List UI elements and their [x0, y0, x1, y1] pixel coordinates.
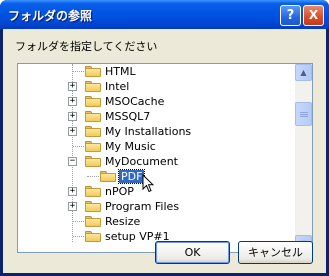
- tree-item-label: Resize: [105, 215, 141, 228]
- tree-item[interactable]: + Intel: [18, 80, 296, 93]
- tree-item[interactable]: + My Installations: [18, 125, 296, 138]
- expand-icon[interactable]: +: [68, 82, 77, 91]
- cancel-button[interactable]: キャンセル: [238, 241, 313, 264]
- folder-icon: [85, 95, 101, 107]
- expand-icon[interactable]: +: [68, 127, 77, 136]
- window-title: フォルダの参照: [8, 9, 93, 23]
- folder-icon: [85, 230, 101, 242]
- open-folder-icon: [100, 170, 116, 182]
- folder-icon: [85, 125, 101, 137]
- ok-button[interactable]: OK: [155, 241, 230, 264]
- tree-item-selected[interactable]: PDF: [18, 169, 296, 184]
- tree-item[interactable]: − MyDocument: [18, 155, 296, 168]
- tree-item[interactable]: + nPOP: [18, 185, 296, 198]
- folder-icon: [85, 185, 101, 197]
- tree-item[interactable]: HTML: [18, 65, 296, 78]
- scroll-thumb[interactable]: [295, 102, 312, 126]
- tree-item[interactable]: Resize: [18, 215, 296, 228]
- expand-icon[interactable]: +: [68, 97, 77, 106]
- tree-item[interactable]: My Music: [18, 140, 296, 153]
- tree-item-label: My Music: [105, 140, 156, 153]
- tree-item-label: Program Files: [105, 200, 180, 213]
- dialog-body: フォルダを指定してください HTML + Intel + MSOCache +: [3, 29, 326, 273]
- open-folder-icon: [85, 155, 101, 167]
- tree-connector: [73, 71, 84, 72]
- tree-connector: [87, 176, 99, 177]
- folder-icon: [85, 110, 101, 122]
- folder-tree[interactable]: HTML + Intel + MSOCache + MSSQL7 + My In: [17, 63, 313, 253]
- folder-icon: [85, 80, 101, 92]
- tree-item-label: Intel: [105, 80, 130, 93]
- tree-item-label: MyDocument: [105, 155, 178, 168]
- folder-icon: [85, 65, 101, 77]
- title-bar[interactable]: フォルダの参照 ? X: [0, 0, 329, 29]
- tree-item[interactable]: + MSOCache: [18, 95, 296, 108]
- help-button[interactable]: ?: [280, 5, 301, 26]
- collapse-icon[interactable]: −: [68, 157, 77, 166]
- tree-item-label: PDF: [117, 169, 146, 184]
- folder-icon: [85, 215, 101, 227]
- scroll-up-button[interactable]: ▲: [295, 64, 312, 81]
- tree-item-label: MSOCache: [105, 95, 165, 108]
- tree-item-label: MSSQL7: [105, 110, 151, 123]
- tree-connector: [73, 146, 84, 147]
- folder-icon: [85, 200, 101, 212]
- folder-icon: [85, 140, 101, 152]
- tree-item-label: nPOP: [105, 185, 134, 198]
- tree-item-label: HTML: [105, 65, 136, 78]
- tree-connector: [73, 236, 84, 237]
- instruction-label: フォルダを指定してください: [15, 40, 158, 53]
- expand-icon[interactable]: +: [68, 112, 77, 121]
- expand-icon[interactable]: +: [68, 187, 77, 196]
- tree-connector: [73, 221, 84, 222]
- mouse-pointer-icon: [142, 174, 154, 193]
- tree-item-label: My Installations: [105, 125, 192, 138]
- tree-item[interactable]: + MSSQL7: [18, 110, 296, 123]
- close-button[interactable]: X: [303, 5, 324, 26]
- expand-icon[interactable]: +: [68, 202, 77, 211]
- vertical-scrollbar[interactable]: ▲ ▼: [295, 64, 312, 252]
- tree-item[interactable]: + Program Files: [18, 200, 296, 213]
- browse-folder-dialog: フォルダの参照 ? X フォルダを指定してください HTML + Intel +…: [0, 0, 329, 276]
